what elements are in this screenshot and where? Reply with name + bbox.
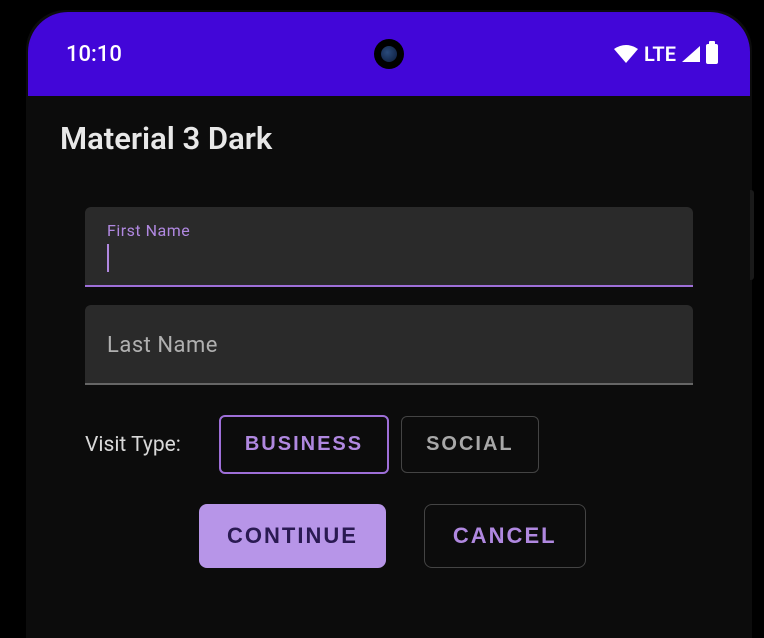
visit-type-social[interactable]: SOCIAL (401, 416, 539, 473)
last-name-field[interactable]: Last Name (85, 305, 693, 385)
first-name-label: First Name (107, 221, 671, 240)
phone-frame: 10:10 LTE Material 3 Dark First Name (16, 0, 762, 638)
signal-icon (682, 46, 700, 62)
cancel-button[interactable]: CANCEL (424, 504, 586, 568)
battery-icon (706, 44, 718, 64)
camera-cutout (374, 39, 404, 69)
first-name-field[interactable]: First Name (85, 207, 693, 287)
status-bar: 10:10 LTE (28, 12, 750, 96)
network-label: LTE (644, 42, 676, 66)
text-cursor (107, 244, 109, 272)
wifi-icon (614, 45, 638, 63)
last-name-label: Last Name (107, 319, 671, 358)
status-icons: LTE (614, 42, 718, 66)
continue-button[interactable]: CONTINUE (199, 504, 386, 568)
page-title: Material 3 Dark (60, 120, 718, 157)
visit-type-label: Visit Type: (85, 433, 181, 457)
status-time: 10:10 (66, 42, 122, 67)
visit-type-business[interactable]: BUSINESS (219, 415, 389, 474)
